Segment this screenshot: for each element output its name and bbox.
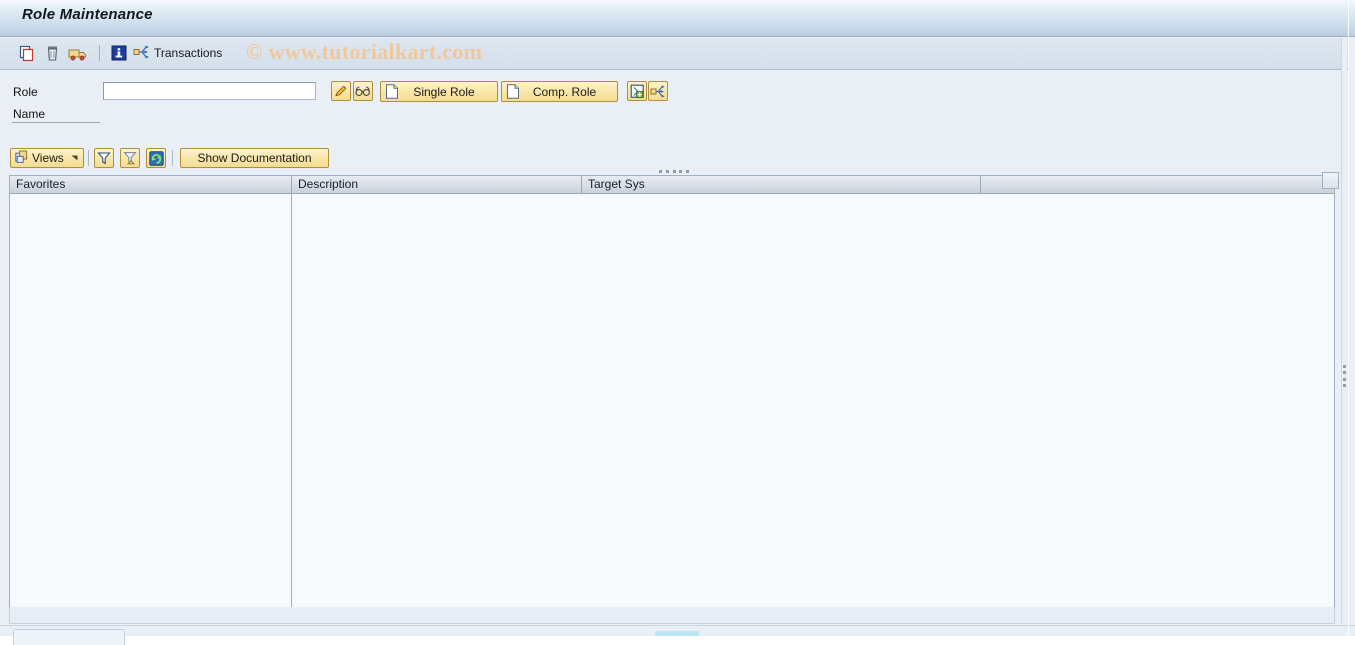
assign-role-button[interactable] [627, 81, 647, 101]
toolbar-items: Transactions [16, 41, 226, 65]
favorites-table: Favorites Description Target Sys [9, 175, 1335, 607]
filter-icon [97, 152, 111, 165]
document-icon [506, 84, 520, 99]
grip-dot [672, 169, 676, 173]
right-splitter-rail[interactable] [1341, 38, 1347, 624]
table-body-empty [10, 194, 1334, 607]
status-bar-highlight [655, 631, 699, 636]
single-role-label: Single Role [413, 84, 475, 99]
table-scroll-corner[interactable] [1322, 172, 1339, 189]
single-role-button[interactable]: Single Role [380, 81, 498, 102]
views-separator-1 [88, 150, 89, 166]
right-splitter-grip[interactable] [1341, 365, 1347, 387]
status-bar-chip[interactable] [13, 629, 125, 645]
table-bottom-strip [9, 607, 1335, 624]
role-input[interactable] [103, 82, 316, 100]
grip-dot [1342, 365, 1346, 368]
delete-filter-icon [122, 152, 137, 165]
column-header-target-sys[interactable]: Target Sys [582, 176, 981, 193]
table-header-row: Favorites Description Target Sys [10, 176, 1334, 194]
transactions-icon [133, 44, 151, 63]
refresh-icon [148, 150, 164, 166]
grip-dot [1342, 383, 1346, 387]
add-document-icon [630, 84, 644, 98]
application-toolbar: Transactions [0, 38, 1349, 70]
grip-dot [686, 169, 689, 173]
column-header-favorites[interactable]: Favorites [10, 176, 292, 193]
views-icon [15, 150, 29, 167]
name-label: Name [13, 107, 46, 121]
views-label: Views [32, 151, 64, 165]
display-role-button[interactable] [353, 81, 373, 101]
copy-role-button[interactable] [16, 42, 38, 64]
grip-dot [659, 169, 662, 173]
views-separator-2 [172, 150, 173, 166]
composite-role-button[interactable]: Comp. Role [501, 81, 618, 102]
chevron-down-icon [70, 151, 79, 165]
page-title: Role Maintenance [22, 6, 153, 23]
derive-icon [650, 84, 665, 98]
watermark-text: © www.tutorialkart.com [246, 39, 483, 64]
footer-divider [0, 625, 1355, 626]
transactions-button[interactable]: Transactions [133, 42, 226, 64]
composite-role-label: Comp. Role [532, 84, 597, 99]
filter-button[interactable] [94, 148, 114, 168]
transactions-label: Transactions [154, 46, 223, 60]
toolbar-separator-1 [99, 45, 100, 61]
sap-role-maintenance-window: Role Maintenance Transactions © www.tuto… [0, 0, 1355, 645]
name-value-underline [12, 122, 100, 123]
delete-filter-button[interactable] [120, 148, 140, 168]
column-divider-1 [291, 194, 292, 607]
grip-dot [1342, 371, 1346, 375]
derive-role-button[interactable] [648, 81, 668, 101]
window-right-edge [1348, 0, 1349, 636]
glasses-icon [355, 86, 370, 97]
show-documentation-button[interactable]: Show Documentation [180, 148, 329, 168]
grip-dot [679, 169, 683, 173]
views-button[interactable]: Views [10, 148, 84, 168]
titlebar-inner [0, 4, 1349, 34]
column-header-description[interactable]: Description [292, 176, 582, 193]
grip-dot [1342, 377, 1346, 381]
refresh-button[interactable] [146, 148, 166, 168]
role-label: Role [13, 85, 38, 99]
information-button[interactable] [108, 42, 130, 64]
delete-role-button[interactable] [41, 42, 63, 64]
window-titlebar: Role Maintenance [0, 0, 1355, 37]
document-icon [385, 84, 399, 99]
change-role-button[interactable] [331, 81, 351, 101]
column-header-spare[interactable] [981, 176, 1334, 193]
transport-role-button[interactable] [66, 42, 88, 64]
selection-area [0, 71, 1349, 133]
pencil-icon [335, 85, 347, 97]
grip-dot [665, 169, 669, 173]
horizontal-splitter-grip[interactable] [659, 168, 689, 174]
